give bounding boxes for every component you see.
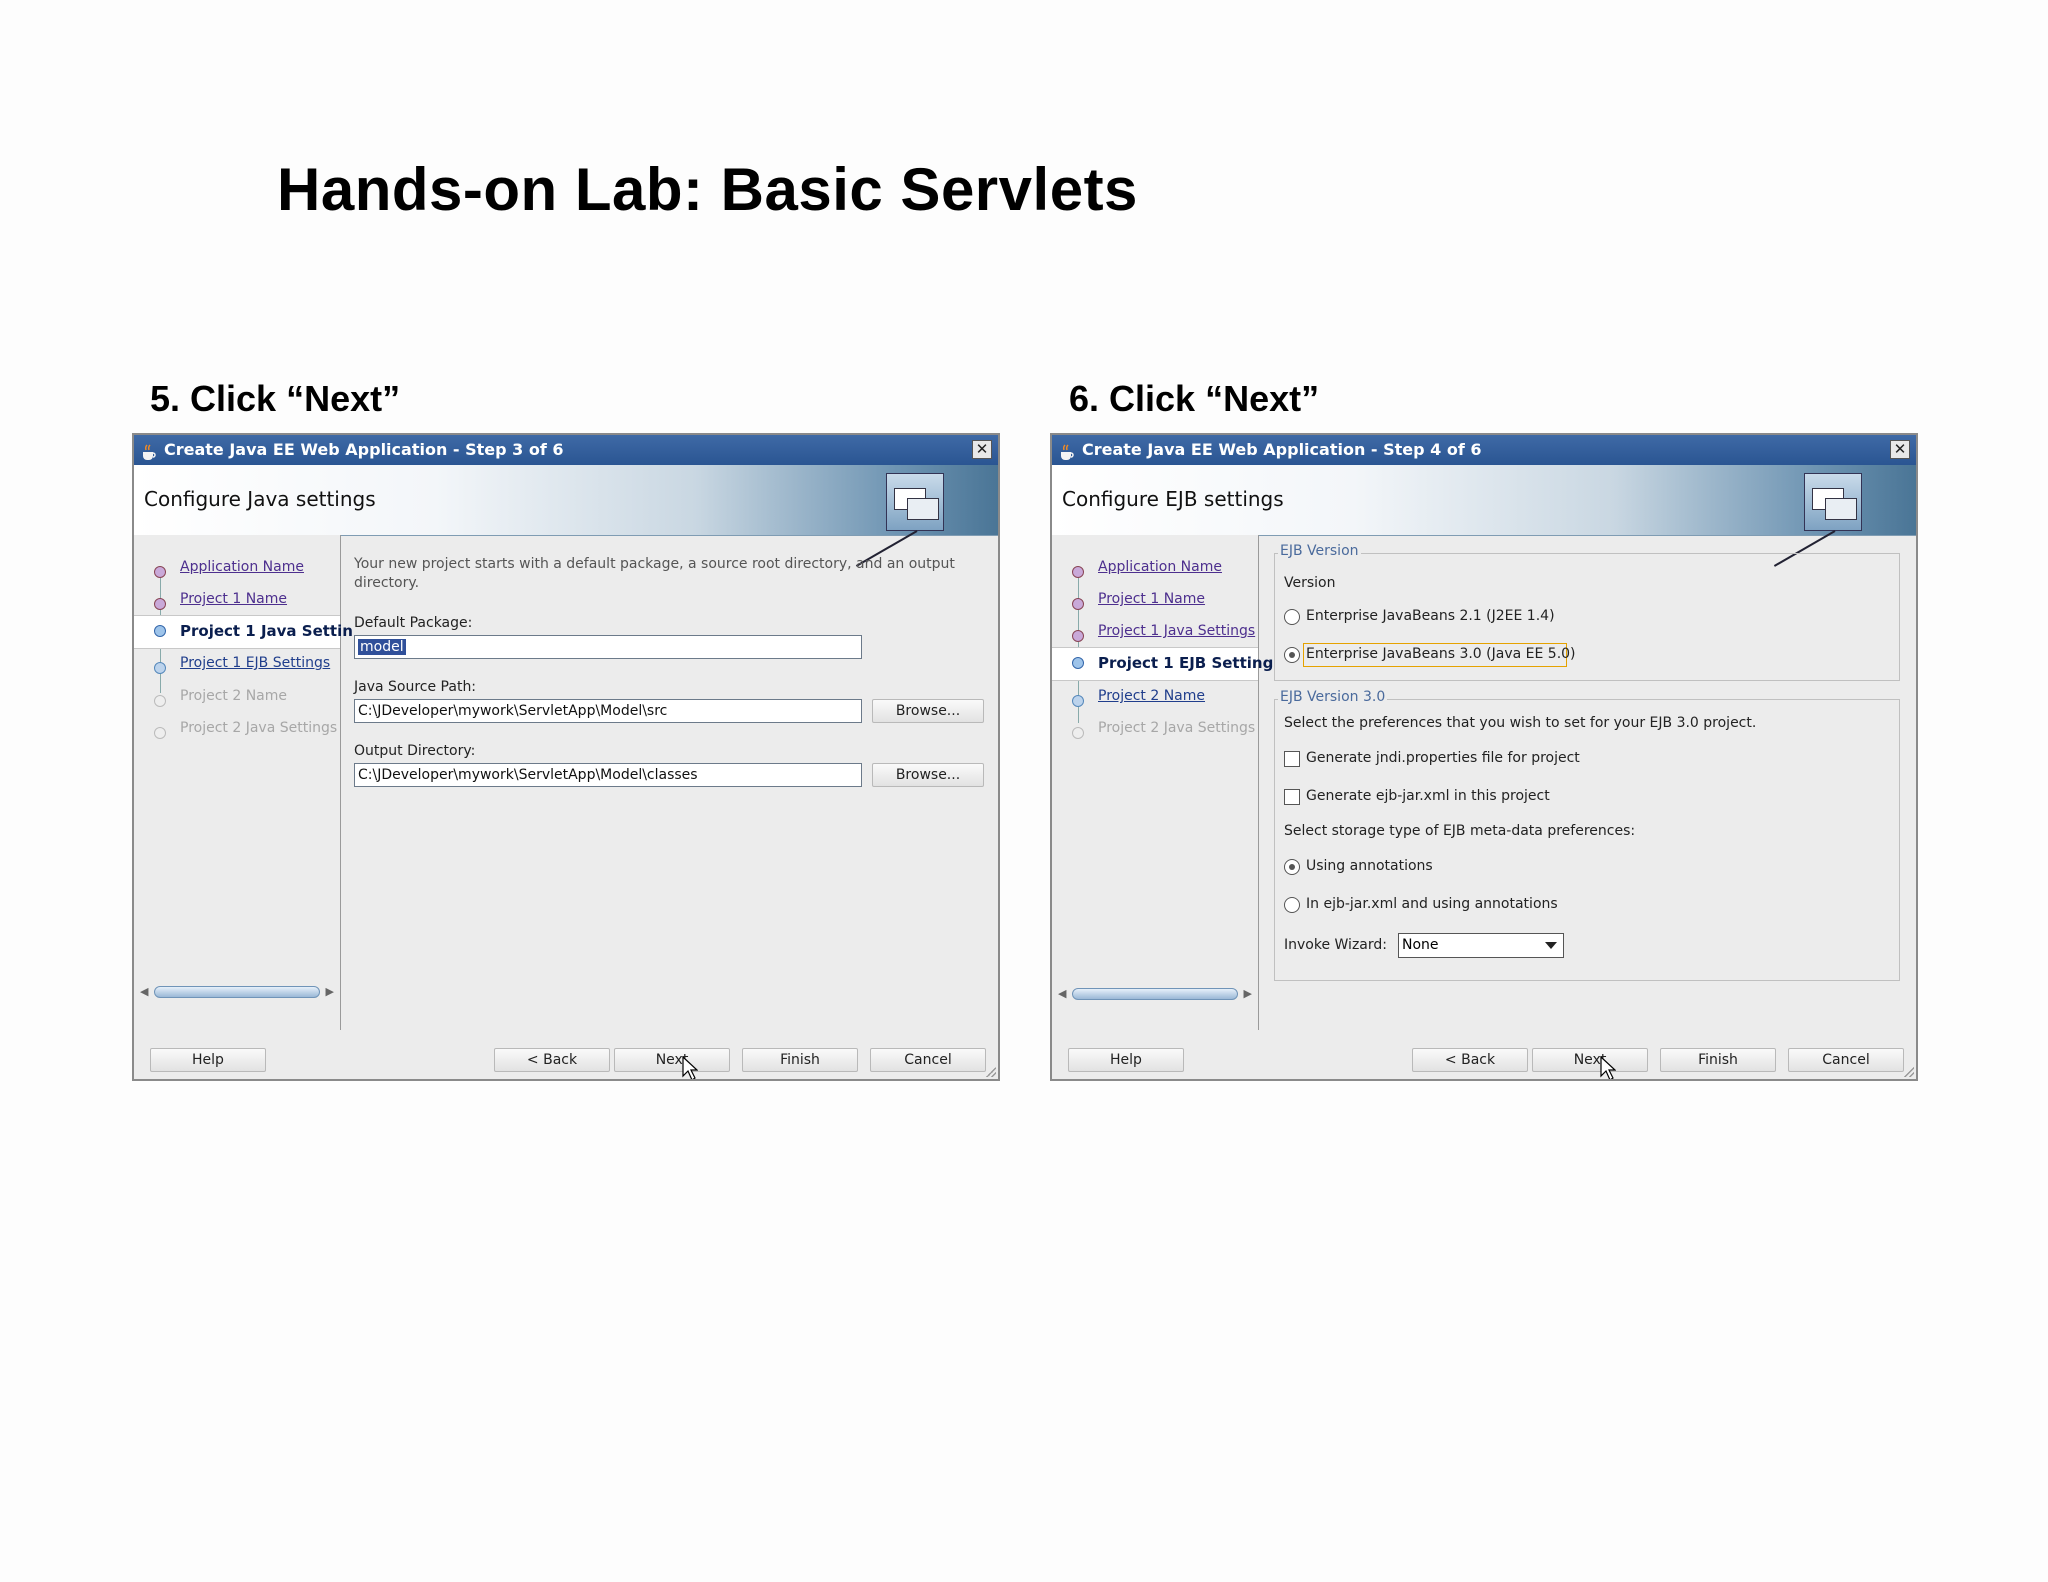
nav-step-project1-name[interactable]: Project 1 Name — [1098, 591, 1205, 607]
jndi-checkbox[interactable] — [1284, 751, 1300, 767]
ejb21-radio[interactable] — [1284, 609, 1300, 625]
nav-scrollbar[interactable]: ◀ ▶ — [140, 985, 334, 999]
ejb-settings-dialog: Create Java EE Web Application - Step 4 … — [1050, 433, 1918, 1081]
mouse-cursor-icon — [1600, 1056, 1616, 1079]
dialog-banner: Configure EJB settings — [1052, 465, 1916, 567]
wizard-windows-icon — [1773, 473, 1862, 567]
nav-current-label: Project 1 Java Settin — [180, 622, 353, 640]
step-disabled-icon — [1072, 727, 1084, 739]
page-title: Configure EJB settings — [1062, 487, 1284, 511]
step-disabled-icon — [154, 695, 166, 707]
back-button[interactable]: < Back — [494, 1048, 610, 1072]
resize-grip-icon[interactable] — [1904, 1067, 1914, 1077]
close-button[interactable]: ✕ — [1890, 440, 1910, 459]
step-next-icon — [1072, 695, 1084, 707]
ejbjar-annotations-radio[interactable] — [1284, 897, 1300, 913]
scroll-thumb[interactable] — [154, 986, 320, 998]
java-cup-icon — [1058, 441, 1076, 460]
step-current-icon — [154, 625, 166, 637]
step-visited-icon — [154, 566, 166, 578]
step-current-icon — [1072, 657, 1084, 669]
dialog-banner: Configure Java settings — [134, 465, 998, 567]
nav-step-project1-ejb-settings[interactable]: Project 1 EJB Settings — [180, 655, 330, 671]
dialog-title: Create Java EE Web Application - Step 4 … — [1082, 440, 1482, 459]
nav-scrollbar[interactable]: ◀ ▶ — [1058, 987, 1252, 1001]
annotations-label[interactable]: Using annotations — [1306, 858, 1433, 874]
java-source-path-input[interactable]: C:\JDeveloper\mywork\ServletApp\Model\sr… — [354, 699, 862, 723]
help-button[interactable]: Help — [150, 1048, 266, 1072]
ejb30-radio[interactable] — [1284, 647, 1300, 663]
ejb-settings-form: EJB Version Version Enterprise JavaBeans… — [1260, 535, 1916, 1030]
invoke-wizard-label: Invoke Wizard: — [1284, 937, 1387, 953]
step-6-caption: 6. Click “Next” — [1069, 378, 1320, 419]
next-button[interactable]: Next — [614, 1048, 730, 1072]
resize-grip-icon[interactable] — [986, 1067, 996, 1077]
ejbjar-label[interactable]: Generate ejb-jar.xml in this project — [1306, 788, 1550, 804]
step-visited-icon — [1072, 630, 1084, 642]
ejbjar-annotations-label[interactable]: In ejb-jar.xml and using annotations — [1306, 896, 1558, 912]
back-button[interactable]: < Back — [1412, 1048, 1528, 1072]
finish-button[interactable]: Finish — [742, 1048, 858, 1072]
nav-step-application-name[interactable]: Application Name — [1098, 559, 1222, 575]
chevron-down-icon — [1545, 942, 1557, 949]
default-package-input[interactable]: model — [354, 635, 862, 659]
ejb21-label[interactable]: Enterprise JavaBeans 2.1 (J2EE 1.4) — [1306, 608, 1555, 624]
scroll-right-icon[interactable]: ▶ — [326, 985, 334, 998]
dialog-titlebar[interactable]: Create Java EE Web Application - Step 3 … — [134, 435, 998, 465]
default-package-label: Default Package: — [354, 615, 473, 631]
scroll-right-icon[interactable]: ▶ — [1244, 987, 1252, 1000]
annotations-radio[interactable] — [1284, 859, 1300, 875]
scroll-left-icon[interactable]: ◀ — [140, 985, 148, 998]
nav-step-project2-name[interactable]: Project 2 Name — [1098, 688, 1205, 704]
scroll-left-icon[interactable]: ◀ — [1058, 987, 1066, 1000]
storage-text: Select storage type of EJB meta-data pre… — [1284, 823, 1636, 839]
jndi-label[interactable]: Generate jndi.properties file for projec… — [1306, 750, 1580, 766]
step-5-caption: 5. Click “Next” — [150, 378, 401, 419]
wizard-steps-nav: Application Name Project 1 Name Project … — [1052, 535, 1273, 1030]
version-label: Version — [1284, 575, 1336, 591]
java-settings-form: Your new project starts with a default p… — [342, 535, 998, 1030]
step-visited-icon — [1072, 598, 1084, 610]
step-next-icon — [154, 662, 166, 674]
nav-step-project1-java-settings[interactable]: Project 1 Java Settings — [1098, 623, 1255, 639]
scroll-thumb[interactable] — [1072, 988, 1238, 1000]
cancel-button[interactable]: Cancel — [1788, 1048, 1904, 1072]
output-directory-label: Output Directory: — [354, 743, 476, 759]
preferences-text: Select the preferences that you wish to … — [1284, 715, 1757, 731]
help-button[interactable]: Help — [1068, 1048, 1184, 1072]
step-visited-icon — [154, 598, 166, 610]
browse-output-button[interactable]: Browse... — [872, 763, 984, 787]
next-button[interactable]: Next — [1532, 1048, 1648, 1072]
finish-button[interactable]: Finish — [1660, 1048, 1776, 1072]
invoke-wizard-select[interactable]: None — [1398, 933, 1564, 958]
dialog-title: Create Java EE Web Application - Step 3 … — [164, 440, 564, 459]
nav-step-project2-name: Project 2 Name — [180, 688, 288, 704]
nav-step-project1-name[interactable]: Project 1 Name — [180, 591, 287, 607]
java-settings-dialog: Create Java EE Web Application - Step 3 … — [132, 433, 1000, 1081]
nav-step-project2-java-settings: Project 2 Java Settings — [1098, 720, 1256, 736]
page-title: Configure Java settings — [144, 487, 376, 511]
java-cup-icon — [140, 441, 158, 460]
java-source-path-label: Java Source Path: — [354, 679, 477, 695]
form-description: Your new project starts with a default p… — [354, 556, 955, 591]
ejb30-group-label: EJB Version 3.0 — [1278, 689, 1388, 705]
mouse-cursor-icon — [682, 1056, 698, 1079]
browse-source-button[interactable]: Browse... — [872, 699, 984, 723]
dialog-titlebar[interactable]: Create Java EE Web Application - Step 4 … — [1052, 435, 1916, 465]
slide-title: Hands-on Lab: Basic Servlets — [277, 156, 1138, 223]
ejb30-label[interactable]: Enterprise JavaBeans 3.0 (Java EE 5.0) — [1306, 646, 1576, 662]
close-button[interactable]: ✕ — [972, 440, 992, 459]
wizard-steps-nav: Application Name Project 1 Name Project … — [134, 535, 353, 1030]
output-directory-input[interactable]: C:\JDeveloper\mywork\ServletApp\Model\cl… — [354, 763, 862, 787]
cancel-button[interactable]: Cancel — [870, 1048, 986, 1072]
step-disabled-icon — [154, 727, 166, 739]
nav-current-label: Project 1 EJB Setting — [1098, 654, 1274, 672]
nav-step-project2-java-settings: Project 2 Java Settings — [180, 720, 338, 736]
ejbjar-checkbox[interactable] — [1284, 789, 1300, 805]
wizard-windows-icon — [855, 473, 944, 567]
nav-step-application-name[interactable]: Application Name — [180, 559, 304, 575]
step-visited-icon — [1072, 566, 1084, 578]
ejb-version-group-label: EJB Version — [1278, 543, 1361, 559]
